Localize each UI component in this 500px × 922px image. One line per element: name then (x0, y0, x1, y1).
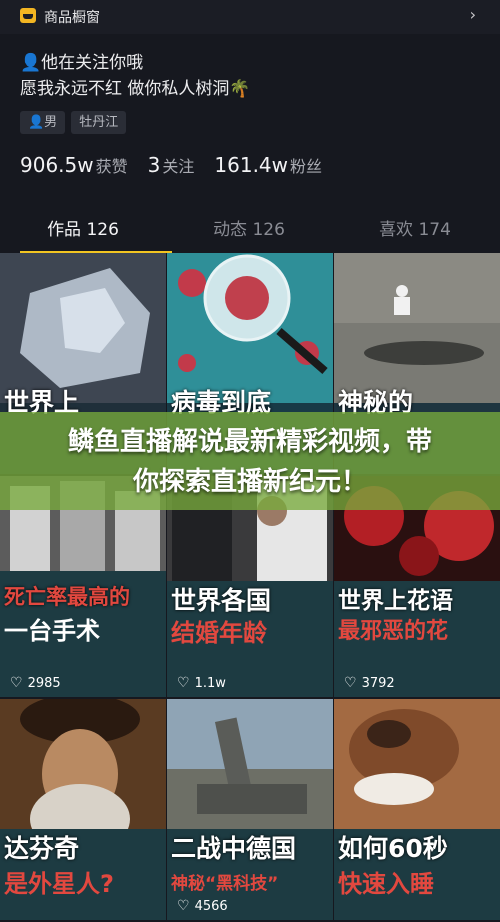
video-title: 达芬奇 (4, 834, 80, 863)
bio-line-1: 👤他在关注你哦 (20, 53, 144, 73)
following-label[interactable]: 关注 (162, 153, 194, 177)
likes-label: 获赞 (95, 157, 128, 176)
video-subtitle: 最邪恶的花 (338, 619, 449, 644)
bio-line-2: 愿我永远不红 做你私人树洞🌴 (20, 79, 251, 99)
tab-works[interactable]: 作品 126 (0, 210, 166, 254)
video-title: 世界各国 (171, 586, 272, 615)
video-subtitle: 快速入睡 (338, 870, 434, 898)
shop-label: 商品橱窗 (44, 10, 100, 26)
shop-icon (20, 8, 36, 23)
heart-icon: ♡ (10, 675, 23, 691)
like-count: ♡ 2985 (10, 675, 61, 691)
like-count: ♡ 3792 (344, 675, 395, 691)
banner-line-1: 鳞鱼直播解说最新精彩视频，带 (67, 427, 432, 457)
shop-bar[interactable]: 商品橱窗 › (0, 0, 500, 34)
video-card[interactable]: 达芬奇 是外星人? (0, 699, 166, 920)
video-title: 如何60秒 (338, 834, 448, 863)
following-count[interactable]: 3 (148, 153, 161, 177)
video-card[interactable]: 如何60秒 快速入睡 (334, 699, 500, 920)
heart-icon: ♡ (177, 898, 190, 914)
likes-count: 906.5w (20, 153, 94, 177)
profile-tags: 👤男 牡丹江 (20, 111, 127, 134)
tab-moments[interactable]: 动态 126 (166, 210, 332, 254)
followers-label[interactable]: 粉丝 (290, 153, 322, 177)
heart-icon: ♡ (177, 675, 190, 691)
gender-tag[interactable]: 👤男 (20, 111, 66, 134)
video-title: 死亡率最高的 (4, 585, 130, 609)
followers-count[interactable]: 161.4w (214, 153, 288, 177)
banner-text: 鳞鱼直播解说最新精彩视频，带 你探索直播新纪元！ (0, 422, 500, 502)
profile-stats: 906.5w 获赞 3 关注 161.4w 粉丝 (20, 153, 342, 177)
chevron-right-icon: › (469, 5, 476, 24)
profile-tabs: 作品 126 动态 126 喜欢 174 (0, 210, 500, 254)
video-title: 二战中德国 (171, 834, 297, 863)
video-subtitle: 一台手术 (4, 617, 100, 645)
video-subtitle: 神秘“黑科技” (171, 874, 279, 894)
location-tag[interactable]: 牡丹江 (71, 111, 127, 134)
video-card[interactable]: 二战中德国 神秘“黑科技” ♡ 4566 (167, 699, 333, 920)
promo-banner[interactable]: 鳞鱼直播解说最新精彩视频，带 你探索直播新纪元！ (0, 412, 500, 510)
banner-line-2: 你探索直播新纪元！ (132, 467, 367, 497)
like-count: ♡ 1.1w (177, 675, 226, 691)
heart-icon: ♡ (344, 675, 357, 691)
video-subtitle: 结婚年龄 (171, 619, 267, 647)
video-grid: 世界上 病毒到底 神秘的 死亡率最高的 一台手术 ♡ 2985 世界各国 结婚年… (0, 253, 500, 920)
like-count: ♡ 4566 (177, 898, 228, 914)
tab-likes[interactable]: 喜欢 174 (332, 210, 498, 254)
video-title: 世界上花语 (338, 588, 453, 614)
video-subtitle: 是外星人? (4, 870, 114, 898)
